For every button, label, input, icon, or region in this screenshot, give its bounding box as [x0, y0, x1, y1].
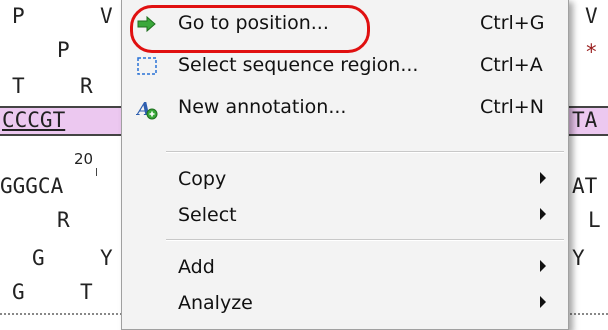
aa-letter: G — [12, 280, 25, 304]
aa-letter: R — [80, 74, 93, 98]
stop-codon-mark: * — [585, 40, 598, 64]
submenu-arrow-icon — [540, 260, 546, 272]
menu-item-label: Select sequence region... — [178, 54, 419, 76]
aa-letter: Y — [572, 246, 585, 270]
menu-item-label: Select — [178, 204, 237, 226]
menu-item-label: Analyze — [178, 292, 253, 314]
highlight-ring — [130, 5, 370, 53]
dna-sequence: AT — [572, 174, 598, 198]
menu-item-new-annotation[interactable]: A New annotation... Ctrl+N — [122, 89, 568, 127]
dna-sequence-highlighted: CCCGT — [2, 108, 66, 132]
aa-letter: V — [585, 4, 598, 28]
menu-separator — [166, 239, 564, 241]
dashed-selection-icon — [136, 56, 158, 76]
dotted-divider — [0, 313, 122, 315]
aa-letter: R — [57, 208, 70, 232]
menu-item-select[interactable]: Select — [122, 197, 568, 235]
new-annotation-icon: A — [135, 98, 158, 120]
dna-sequence-highlighted: TA — [572, 108, 598, 132]
menu-item-shortcut: Ctrl+N — [480, 96, 544, 118]
menu-separator — [166, 151, 564, 153]
aa-letter: P — [57, 38, 70, 62]
menu-item-label: Add — [178, 256, 215, 278]
aa-letter: T — [12, 74, 25, 98]
menu-item-add[interactable]: Add — [122, 249, 568, 287]
dotted-divider — [570, 313, 608, 315]
menu-item-select-sequence-region[interactable]: Select sequence region... Ctrl+A — [122, 47, 568, 85]
submenu-arrow-icon — [540, 208, 546, 220]
menu-item-copy[interactable]: Copy — [122, 161, 568, 199]
aa-letter: L — [588, 208, 601, 232]
aa-letter: P — [12, 4, 25, 28]
aa-letter: V — [100, 4, 113, 28]
context-menu: Go to position... Ctrl+G Select sequence… — [121, 0, 569, 330]
menu-item-analyze[interactable]: Analyze — [122, 285, 568, 323]
aa-letter: T — [80, 280, 93, 304]
dna-sequence: GGGCA — [0, 174, 64, 198]
menu-item-shortcut: Ctrl+A — [480, 54, 543, 76]
aa-letter: G — [32, 246, 45, 270]
menu-item-label: Copy — [178, 168, 227, 190]
menu-item-shortcut: Ctrl+G — [480, 12, 545, 34]
ruler-tick — [96, 168, 97, 176]
aa-letter: Y — [100, 246, 113, 270]
ruler-position: 20 — [74, 150, 94, 168]
submenu-arrow-icon — [540, 296, 546, 308]
menu-item-label: New annotation... — [178, 96, 347, 118]
submenu-arrow-icon — [540, 172, 546, 184]
